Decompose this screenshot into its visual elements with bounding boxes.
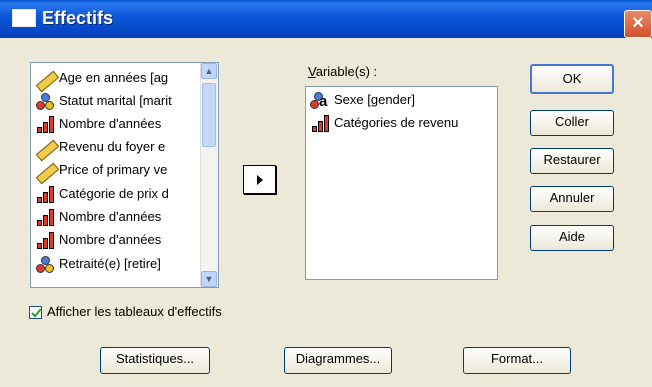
scroll-up-icon[interactable]: ▲ bbox=[201, 63, 217, 79]
window-icon bbox=[12, 9, 36, 27]
nominal-icon bbox=[35, 255, 57, 274]
ordinal-icon bbox=[35, 231, 57, 250]
list-item[interactable]: Nombre d'années bbox=[35, 229, 161, 251]
scroll-down-icon[interactable]: ▼ bbox=[201, 271, 217, 287]
nominal-icon bbox=[35, 92, 57, 111]
list-item[interactable]: Revenu du foyer e bbox=[35, 136, 165, 161]
charts-button[interactable]: Diagrammes... bbox=[284, 347, 392, 374]
paste-button[interactable]: Coller bbox=[530, 110, 614, 136]
ruler-icon bbox=[35, 70, 60, 92]
title-bar: Effectifs × bbox=[0, 0, 652, 38]
statistics-button[interactable]: Statistiques... bbox=[100, 347, 210, 374]
window-title: Effectifs bbox=[42, 8, 114, 28]
list-item[interactable]: Age en années [ag bbox=[35, 67, 168, 92]
list-item[interactable]: Retraité(e) [retire] bbox=[35, 253, 161, 275]
ruler-icon bbox=[35, 139, 60, 161]
string-nominal-icon: a bbox=[310, 91, 332, 110]
display-frequency-tables-checkbox[interactable] bbox=[29, 306, 42, 319]
list-item[interactable]: Nombre d'années bbox=[35, 113, 161, 135]
close-button[interactable]: × bbox=[624, 10, 652, 38]
ordinal-icon bbox=[310, 114, 332, 133]
format-button[interactable]: Format... bbox=[463, 347, 571, 374]
list-item[interactable]: Statut marital [marit bbox=[35, 90, 172, 112]
target-variable-list[interactable]: a Sexe [gender] Catégories de revenu bbox=[305, 86, 498, 280]
vertical-scrollbar[interactable]: ▲ ▼ bbox=[200, 63, 218, 287]
cancel-button[interactable]: Annuler bbox=[530, 186, 614, 212]
checkmark-icon bbox=[31, 308, 42, 318]
ordinal-icon bbox=[35, 115, 57, 134]
list-item[interactable]: Catégories de revenu bbox=[310, 112, 458, 134]
list-item[interactable]: Nombre d'années bbox=[35, 206, 161, 228]
list-item[interactable]: Price of primary ve bbox=[35, 159, 167, 184]
list-item[interactable]: a Sexe [gender] bbox=[310, 89, 415, 111]
help-button[interactable]: Aide bbox=[530, 225, 614, 251]
ruler-icon bbox=[35, 162, 60, 184]
ordinal-icon bbox=[35, 185, 57, 204]
move-right-button[interactable] bbox=[243, 165, 276, 194]
reset-button[interactable]: Restaurer bbox=[530, 148, 614, 174]
scroll-thumb[interactable] bbox=[202, 83, 216, 147]
list-item[interactable]: Catégorie de prix d bbox=[35, 183, 169, 205]
ok-button[interactable]: OK bbox=[530, 64, 614, 94]
ordinal-icon bbox=[35, 208, 57, 227]
checkbox-label: Afficher les tableaux d'effectifs bbox=[47, 304, 222, 319]
variables-label: Variable(s) : bbox=[308, 64, 378, 79]
source-variable-list[interactable]: Age en années [ag Statut marital [marit … bbox=[30, 62, 219, 288]
